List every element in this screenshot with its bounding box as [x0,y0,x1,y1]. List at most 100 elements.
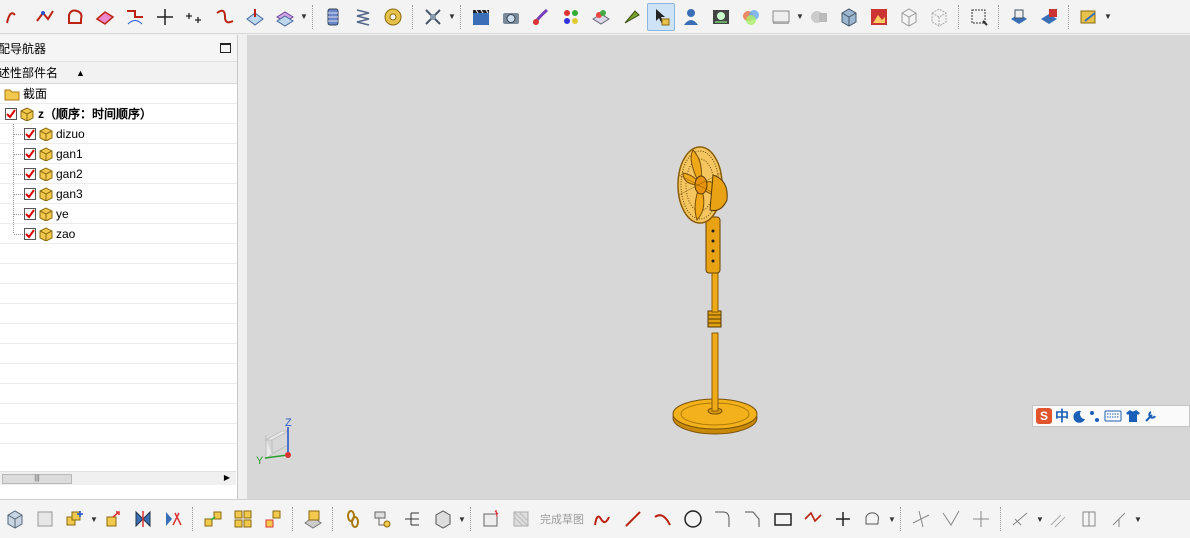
auto-constrain-icon[interactable] [1105,505,1133,533]
visibility-checkbox[interactable] [24,207,36,220]
tree-row-part[interactable]: gan3 [0,184,237,204]
cad-edit-icon[interactable] [1035,3,1063,31]
panel-divider[interactable] [238,35,247,499]
interpart-icon[interactable] [399,505,427,533]
dropdown-arrow-icon[interactable]: ▼ [796,12,804,21]
spheres-icon[interactable] [737,3,765,31]
tree-row-part[interactable]: gan1 [0,144,237,164]
visibility-checkbox[interactable] [24,187,36,200]
chamfer-icon[interactable] [739,505,767,533]
sequence-icon[interactable] [299,505,327,533]
visibility-checkbox[interactable] [24,227,36,240]
render-icon[interactable] [587,3,615,31]
cad-icon[interactable] [1005,3,1033,31]
offset-curve-icon[interactable] [859,505,887,533]
tree-row-assembly[interactable]: z（顺序：时间顺序） [0,104,237,124]
maximize-icon[interactable] [220,43,231,53]
dropdown-arrow-icon[interactable]: ▼ [1134,515,1142,524]
dimension-icon[interactable] [1007,505,1035,533]
export-icon[interactable] [1075,3,1103,31]
fillet-icon[interactable] [709,505,737,533]
paint-icon[interactable] [527,3,555,31]
column-header[interactable]: 述性部件名 ▲ [0,62,237,84]
extend-icon[interactable] [937,505,965,533]
punctuation-icon[interactable] [1089,409,1101,423]
circle-icon[interactable] [679,505,707,533]
scroll-right-arrow-icon[interactable]: ▶ [224,473,230,482]
appearance-icon[interactable] [557,3,585,31]
tree-row-part[interactable]: gan2 [0,164,237,184]
shaded-box-icon[interactable] [805,3,833,31]
mirror-assembly-icon[interactable] [259,505,287,533]
dropdown-arrow-icon[interactable]: ▼ [888,515,896,524]
rectangle-icon[interactable] [769,505,797,533]
arc-icon[interactable] [1,3,29,31]
dropdown-arrow-icon[interactable]: ▼ [1036,515,1044,524]
display-icon[interactable] [767,3,795,31]
constraint-icon[interactable] [129,505,157,533]
graphics-viewport[interactable]: Z Y [247,35,1190,499]
spline-icon[interactable] [211,3,239,31]
corner-icon[interactable] [967,505,995,533]
pattern-component-icon[interactable] [229,505,257,533]
tree-row-part[interactable]: dizuo [0,124,237,144]
fit-view-icon[interactable] [965,3,993,31]
sort-ascending-icon[interactable]: ▲ [76,68,85,78]
moon-icon[interactable] [1072,409,1086,423]
visibility-checkbox[interactable] [5,107,17,120]
polyline-icon[interactable] [31,3,59,31]
show-sketch-constraints-icon[interactable] [1075,505,1103,533]
ime-logo[interactable]: S [1036,408,1052,424]
dropdown-arrow-icon[interactable]: ▼ [458,515,466,524]
wave-link-icon[interactable] [369,505,397,533]
image-icon[interactable] [865,3,893,31]
line-icon[interactable] [619,505,647,533]
component-frame-icon[interactable] [31,505,59,533]
dropdown-arrow-icon[interactable]: ▼ [1104,12,1112,21]
visibility-checkbox[interactable] [24,167,36,180]
tree-row-part[interactable]: zao [0,224,237,244]
assembly-view-icon[interactable] [1,505,29,533]
add-component-icon[interactable] [61,505,89,533]
dropdown-arrow-icon[interactable]: ▼ [448,12,456,21]
sketch-arc-icon[interactable] [649,505,677,533]
finish-sketch-label[interactable]: 完成草图 [536,511,588,527]
washer-icon[interactable] [379,3,407,31]
solid-box-icon[interactable] [835,3,863,31]
scrollbar-thumb[interactable]: ||| [2,474,72,484]
cross-point-icon[interactable] [151,3,179,31]
ime-mode[interactable]: 中 [1055,406,1069,426]
point-icon[interactable] [829,505,857,533]
tree-row-part[interactable]: ye [0,204,237,224]
closed-curve-icon[interactable] [61,3,89,31]
points-icon[interactable] [181,3,209,31]
spring-icon[interactable] [349,3,377,31]
plane-icon[interactable] [241,3,269,31]
horizontal-scrollbar[interactable]: ||| ▶ [0,471,236,485]
move-component-icon[interactable] [99,505,127,533]
keyboard-icon[interactable] [1104,410,1122,422]
person-icon[interactable] [677,3,705,31]
link-icon[interactable] [339,505,367,533]
coil-icon[interactable] [319,3,347,31]
surface-icon[interactable] [91,3,119,31]
tools-icon[interactable] [1144,409,1158,423]
clapper-icon[interactable] [467,3,495,31]
profile-icon[interactable] [589,505,617,533]
tree-row-section-folder[interactable]: 截面 [0,84,237,104]
show-constraints-icon[interactable] [159,505,187,533]
geometric-constraint-icon[interactable] [1045,505,1073,533]
camera-icon[interactable] [497,3,525,31]
wireframe-icon[interactable] [895,3,923,31]
curve-edit-icon[interactable] [121,3,149,31]
visibility-checkbox[interactable] [24,147,36,160]
dropdown-arrow-icon[interactable]: ▼ [300,12,308,21]
polygon-icon[interactable] [799,505,827,533]
light-icon[interactable] [617,3,645,31]
scene-icon[interactable] [707,3,735,31]
select-icon[interactable] [647,2,675,31]
ime-toolbar[interactable]: S 中 [1032,405,1190,427]
offset-surface-icon[interactable] [271,3,299,31]
skin-icon[interactable] [1125,409,1141,423]
trim-icon[interactable] [907,505,935,533]
